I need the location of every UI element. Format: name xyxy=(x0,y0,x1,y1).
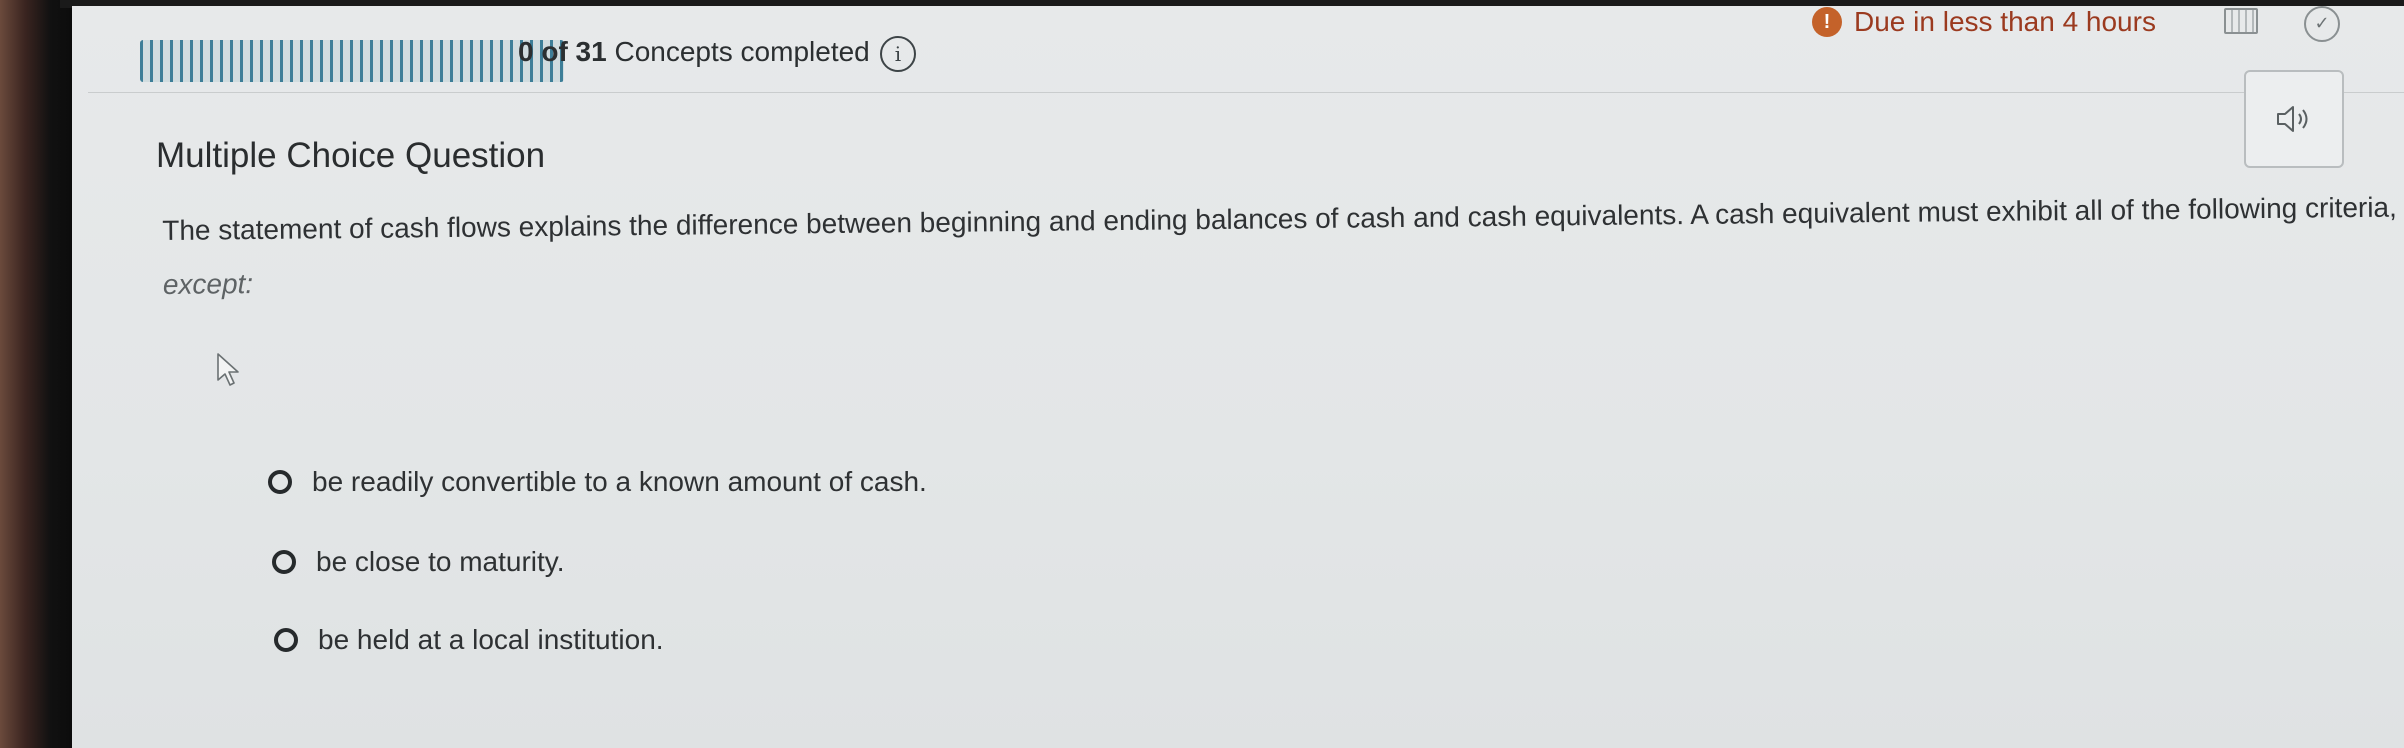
concepts-count: 0 of 31 xyxy=(518,36,607,67)
due-notice: ! Due in less than 4 hours xyxy=(1812,6,2156,38)
alert-icon: ! xyxy=(1812,7,1842,37)
concepts-progress-bar xyxy=(140,40,564,82)
question-prompt-emphasis: except: xyxy=(162,268,254,300)
calendar-icon[interactable] xyxy=(2224,8,2258,34)
radio-button-icon[interactable] xyxy=(268,470,292,494)
speaker-icon xyxy=(2277,106,2308,132)
header-divider xyxy=(88,92,2404,93)
answer-option-3[interactable]: be held at a local institution. xyxy=(274,624,664,656)
question-prompt: The statement of cash flows explains the… xyxy=(162,181,2403,312)
answer-option-label: be held at a local institution. xyxy=(318,624,664,655)
laptop-bezel-left xyxy=(0,0,72,748)
concepts-label: Concepts completed xyxy=(614,36,870,67)
concepts-completed-text: 0 of 31 Concepts completed xyxy=(518,36,870,68)
checkmark-icon[interactable]: ✓ xyxy=(2304,6,2340,42)
question-type-heading: Multiple Choice Question xyxy=(156,136,546,175)
answer-option-1[interactable]: be readily convertible to a known amount… xyxy=(268,466,927,498)
answer-option-2[interactable]: be close to maturity. xyxy=(272,546,564,578)
radio-button-icon[interactable] xyxy=(274,628,298,652)
mouse-cursor-icon xyxy=(216,352,244,393)
answer-option-label: be readily convertible to a known amount… xyxy=(312,466,927,497)
assignment-screen: 0 of 31 Concepts completed i ! Due in le… xyxy=(72,6,2404,748)
due-text: Due in less than 4 hours xyxy=(1854,6,2156,37)
answer-option-label: be close to maturity. xyxy=(316,546,565,577)
read-aloud-button[interactable] xyxy=(2244,70,2344,168)
info-icon[interactable]: i xyxy=(880,36,916,72)
question-prompt-text: The statement of cash flows explains the… xyxy=(162,191,2397,246)
radio-button-icon[interactable] xyxy=(272,550,296,574)
